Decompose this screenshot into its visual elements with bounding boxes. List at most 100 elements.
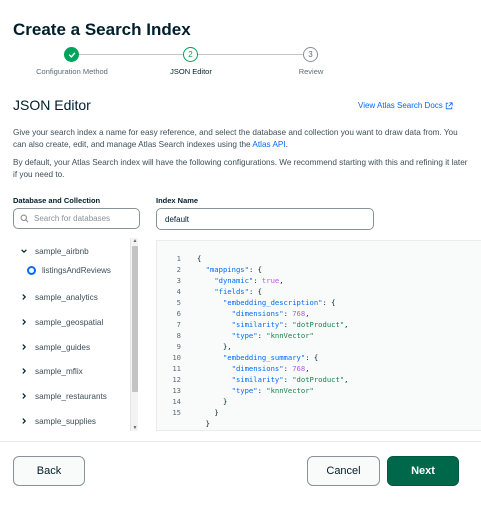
page-title: Create a Search Index <box>13 20 191 39</box>
description-end: . <box>285 140 288 149</box>
next-button[interactable]: Next <box>387 456 459 486</box>
step-3-indicator: 3 <box>303 47 318 62</box>
external-link-icon <box>445 101 453 109</box>
step-3-label: Review <box>298 67 324 76</box>
line-number: 14 <box>172 397 181 406</box>
atlas-api-link[interactable]: Atlas API <box>252 140 285 149</box>
index-name-input[interactable] <box>156 208 374 230</box>
code-text: "dynamic": true, <box>214 276 284 285</box>
view-docs-link[interactable]: View Atlas Search Docs <box>358 101 453 110</box>
db-item-sample-supplies[interactable]: sample_supplies <box>13 412 96 430</box>
line-number: 15 <box>172 408 181 417</box>
chevron-down-icon <box>19 246 29 256</box>
code-line: 11 "dimensions": 768, <box>157 363 481 374</box>
line-number: 12 <box>172 375 181 384</box>
line-number: 4 <box>176 287 181 296</box>
database-search-input[interactable] <box>34 214 129 223</box>
code-line: 7 "similarity": "dotProduct", <box>157 319 481 330</box>
selected-radio-icon[interactable] <box>27 265 36 275</box>
description-text: Give your search index a name for easy r… <box>13 128 458 149</box>
db-item-label: sample_geospatial <box>35 317 104 327</box>
code-text: }, <box>222 342 232 351</box>
database-list-scrollbar[interactable]: ▲ ▼ <box>130 238 138 431</box>
code-text: } <box>222 397 228 406</box>
line-number: 7 <box>176 320 181 329</box>
db-item-sample-geospatial[interactable]: sample_geospatial <box>13 313 103 331</box>
code-line: 13 "type": "knnVector" <box>157 385 481 396</box>
code-line: 3 "dynamic": true, <box>157 275 481 286</box>
line-number: 9 <box>176 342 181 351</box>
chevron-right-icon <box>19 342 29 352</box>
code-text: "dimensions": 768, <box>231 364 310 373</box>
stepper: 2 3 Configuration Method JSON Editor Rev… <box>0 44 481 84</box>
description-paragraph: Give your search index a name for easy r… <box>13 127 468 151</box>
scrollbar-thumb[interactable] <box>132 246 138 392</box>
line-number: 3 <box>176 276 181 285</box>
step-2-indicator: 2 <box>183 47 198 62</box>
back-button[interactable]: Back <box>13 456 85 486</box>
code-text: "dimensions": 768, <box>231 309 310 318</box>
chevron-right-icon <box>19 391 29 401</box>
chevron-right-icon <box>19 317 29 327</box>
step-1-label: Configuration Method <box>36 67 108 76</box>
db-item-label: sample_supplies <box>35 416 96 426</box>
line-number: 8 <box>176 331 181 340</box>
db-item-label: sample_mflix <box>35 366 83 376</box>
code-line: 14 } <box>157 396 481 407</box>
code-text: "embedding_summary": { <box>222 353 319 362</box>
database-search[interactable] <box>13 208 140 229</box>
code-line: 10 "embedding_summary": { <box>157 352 481 363</box>
code-text: } <box>214 408 219 417</box>
step-2-label: JSON Editor <box>170 67 212 76</box>
index-name-label: Index Name <box>156 196 199 205</box>
line-number: 13 <box>172 386 181 395</box>
code-line: 4 "fields": { <box>157 286 481 297</box>
search-icon <box>20 214 29 223</box>
db-item-sample-mflix[interactable]: sample_mflix <box>13 362 83 380</box>
line-number: 2 <box>176 265 181 274</box>
scroll-down-arrow-icon[interactable]: ▼ <box>132 425 138 431</box>
collection-item-listingsandreviews[interactable]: listingsAndReviews <box>27 262 111 278</box>
step-1-check-icon <box>64 47 79 62</box>
code-line: 6 "dimensions": 768, <box>157 308 481 319</box>
code-line: 8 "type": "knnVector" <box>157 330 481 341</box>
line-number: 11 <box>172 364 181 373</box>
database-list: sample_airbnb listingsAndReviews sample_… <box>13 238 139 431</box>
code-line: 12 "similarity": "dotProduct", <box>157 374 481 385</box>
line-number: 5 <box>176 298 181 307</box>
stepper-connector <box>198 54 303 55</box>
code-text: "embedding_description": { <box>222 298 336 307</box>
code-line: } <box>157 418 481 429</box>
code-text: "similarity": "dotProduct", <box>231 375 349 384</box>
code-text: "fields": { <box>214 287 262 296</box>
json-editor[interactable]: 1 { 2 "mappings": { 3 "dynamic": true, 4 … <box>156 240 481 431</box>
docs-link-label: View Atlas Search Docs <box>358 101 443 110</box>
code-text: "type": "knnVector" <box>231 386 314 395</box>
line-number: 6 <box>176 309 181 318</box>
code-text: "type": "knnVector" <box>231 331 314 340</box>
line-number: 1 <box>176 254 181 263</box>
section-title: JSON Editor <box>13 97 91 113</box>
db-item-sample-restaurants[interactable]: sample_restaurants <box>13 387 107 405</box>
chevron-right-icon <box>19 292 29 302</box>
db-item-label: sample_airbnb <box>35 246 89 256</box>
chevron-right-icon <box>19 366 29 376</box>
line-number: 10 <box>172 353 181 362</box>
db-item-label: sample_guides <box>35 342 91 352</box>
cancel-button[interactable]: Cancel <box>307 456 380 486</box>
stepper-connector <box>79 54 183 55</box>
db-collection-label: Database and Collection <box>13 196 101 205</box>
db-item-sample-airbnb[interactable]: sample_airbnb <box>13 242 89 260</box>
db-item-sample-guides[interactable]: sample_guides <box>13 338 90 356</box>
db-item-label: sample_restaurants <box>35 391 107 401</box>
code-line: 5 "embedding_description": { <box>157 297 481 308</box>
default-config-note: By default, your Atlas Search index will… <box>13 158 468 179</box>
db-item-sample-analytics[interactable]: sample_analytics <box>13 288 98 306</box>
chevron-right-icon <box>19 416 29 426</box>
scroll-up-arrow-icon[interactable]: ▲ <box>132 238 138 244</box>
footer-divider <box>0 441 481 442</box>
code-text: { <box>197 254 202 263</box>
code-text: "similarity": "dotProduct", <box>231 320 349 329</box>
code-line: 15 } <box>157 407 481 418</box>
code-line: 2 "mappings": { <box>157 264 481 275</box>
